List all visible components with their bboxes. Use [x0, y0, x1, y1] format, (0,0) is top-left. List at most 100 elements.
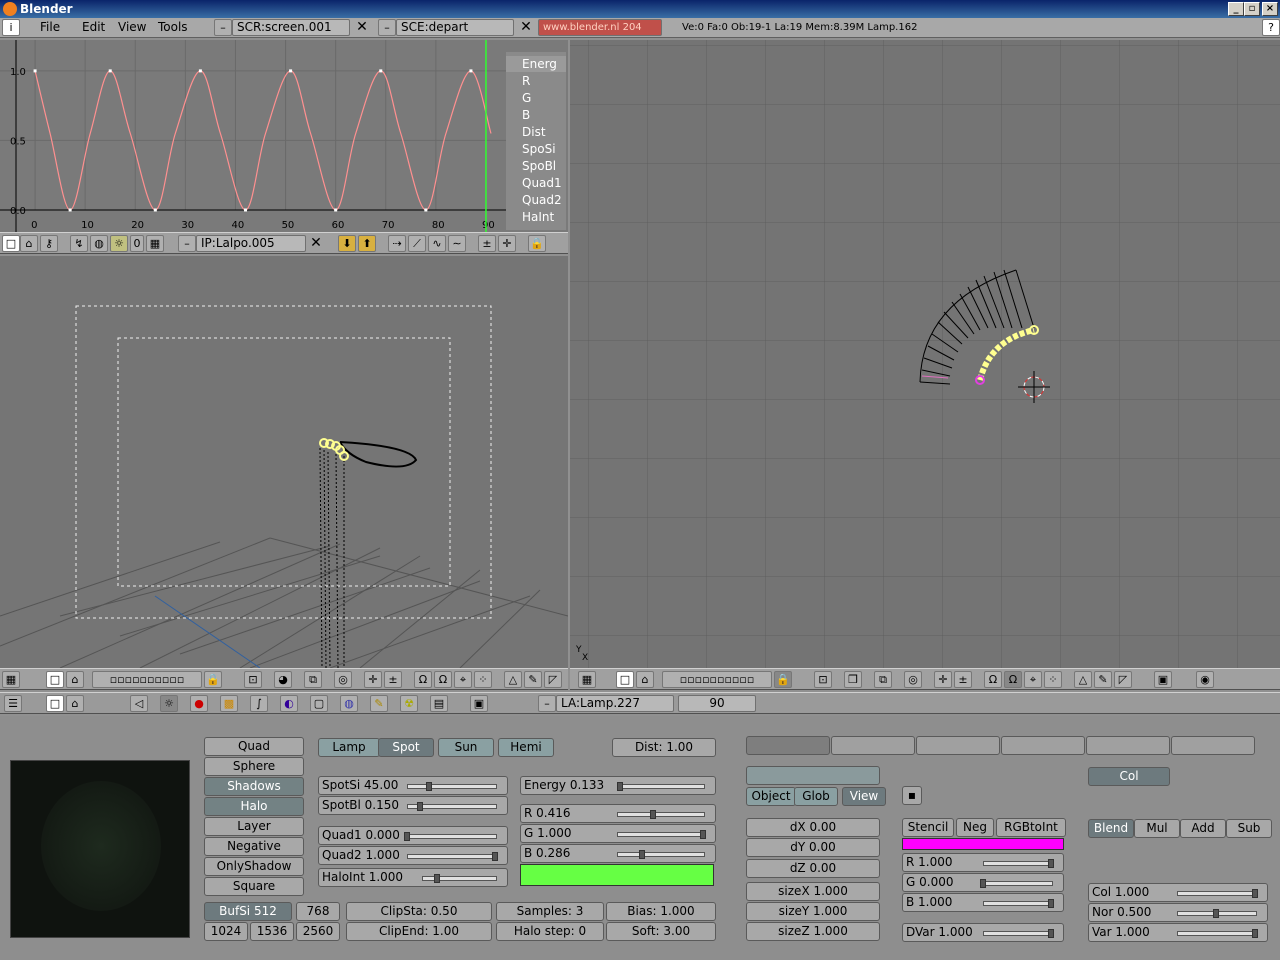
lock-icon[interactable]: 🔒 — [528, 235, 546, 252]
fullscreen-icon[interactable]: □ — [46, 695, 64, 712]
slider-track[interactable] — [617, 810, 705, 819]
slider-track[interactable] — [1177, 909, 1257, 918]
stencil-toggle[interactable]: Stencil — [902, 818, 954, 837]
texco-view-button[interactable]: View — [842, 787, 886, 806]
ipo-channel-quad2[interactable]: Quad2 — [506, 192, 566, 208]
window-type-icon[interactable]: □ — [2, 235, 20, 252]
ipo-key-vertex[interactable] — [469, 69, 473, 73]
texture-channel-2[interactable] — [831, 736, 915, 755]
rgbtoint-toggle[interactable]: RGBtoInt — [996, 818, 1066, 837]
slider-track[interactable] — [617, 830, 706, 839]
spotsi-slider[interactable]: SpotSi 45.00 — [318, 776, 508, 795]
world-buttons-icon[interactable]: ◍ — [340, 695, 358, 712]
ipo-channel-g[interactable]: G — [506, 90, 566, 106]
buf-2560-button[interactable]: 2560 — [296, 922, 340, 941]
lock-icon[interactable]: 🔒 — [204, 671, 222, 688]
render-icon[interactable]: ◉ — [1196, 671, 1214, 688]
slider-knob[interactable] — [1213, 909, 1219, 918]
translate-view-icon[interactable]: ✛ — [364, 671, 382, 688]
lamp-name-field[interactable]: LA:Lamp.227 — [556, 695, 674, 712]
scene-browse-button[interactable]: – — [378, 19, 396, 36]
ipo-channel-dist[interactable]: Dist — [506, 124, 566, 140]
radiosity-icon[interactable]: ☢ — [400, 695, 418, 712]
slider-knob[interactable] — [1252, 889, 1258, 898]
nor-factor-slider[interactable]: Nor 0.500 — [1088, 903, 1268, 922]
menu-file[interactable]: File — [36, 19, 64, 37]
ipo-frame-field[interactable]: 0 — [130, 235, 144, 252]
neg-toggle[interactable]: Neg — [956, 818, 994, 837]
energy-slider[interactable]: Energy 0.133 — [520, 776, 716, 795]
ipo-key-vertex[interactable] — [108, 69, 112, 73]
size-y-field[interactable]: sizeY 1.000 — [746, 902, 880, 921]
ipo-key-vertex[interactable] — [424, 208, 428, 212]
window-type-icon[interactable]: ▦ — [578, 671, 596, 688]
texture-channel-1[interactable] — [746, 736, 830, 755]
home-icon[interactable]: ⌂ — [66, 695, 84, 712]
median-icon[interactable]: ⌖ — [1024, 671, 1042, 688]
slider-knob[interactable] — [404, 832, 410, 841]
mode-onlyshadow-toggle[interactable]: OnlyShadow — [204, 857, 304, 876]
quad2-slider[interactable]: Quad2 1.000 — [318, 846, 508, 865]
cyclic-icon[interactable]: ⟋ — [408, 235, 426, 252]
paint-icon[interactable]: ✎ — [1094, 671, 1112, 688]
paint-icon[interactable]: ✎ — [524, 671, 542, 688]
tex-g-slider[interactable]: G 0.000 — [902, 873, 1064, 892]
animation-buttons-icon[interactable]: ∫ — [250, 695, 268, 712]
bufsi-field[interactable]: BufSi 512 — [204, 902, 292, 921]
slider-knob[interactable] — [1048, 859, 1054, 868]
ipo-key-vertex[interactable] — [243, 208, 247, 212]
extrapolate-icon[interactable]: ⇢ — [388, 235, 406, 252]
slider-track[interactable] — [407, 852, 498, 861]
ipo-key-vertex[interactable] — [198, 69, 202, 73]
mode-sphere-toggle[interactable]: Sphere — [204, 757, 304, 776]
ipo-channel-quad1[interactable]: Quad1 — [506, 175, 566, 191]
buf-1536-button[interactable]: 1536 — [250, 922, 294, 941]
draw-type-icon[interactable]: ❒ — [844, 671, 862, 688]
lamp-type-sun-button[interactable]: Sun — [438, 738, 494, 757]
slider-knob[interactable] — [492, 852, 498, 861]
mode-layer-toggle[interactable]: Layer — [204, 817, 304, 836]
ipo-channel-haint[interactable]: HaInt — [506, 209, 566, 225]
menu-view[interactable]: View — [114, 19, 150, 37]
slider-knob[interactable] — [1048, 929, 1054, 938]
key-down-icon[interactable]: ⬇ — [338, 235, 356, 252]
slider-track[interactable] — [1177, 929, 1258, 938]
window-type-icon[interactable]: ☰ — [4, 695, 22, 712]
size-x-field[interactable]: sizeX 1.000 — [746, 882, 880, 901]
home-icon[interactable]: ⌂ — [66, 671, 84, 688]
editing-buttons-icon[interactable]: ▢ — [310, 695, 328, 712]
cursor-icon[interactable]: ⁘ — [1044, 671, 1062, 688]
view-mode-icon[interactable]: ⊡ — [814, 671, 832, 688]
curve-icon[interactable]: ∼ — [448, 235, 466, 252]
zoom-border-icon[interactable]: ✛ — [498, 235, 516, 252]
screen-delete-icon[interactable]: ✕ — [354, 19, 370, 36]
ipo-browse-button[interactable]: – — [178, 235, 196, 252]
view-buttons-icon[interactable]: ◁ — [130, 695, 148, 712]
ipo-delete-icon[interactable]: ✕ — [308, 235, 324, 252]
image-icon[interactable]: ▣ — [1154, 671, 1172, 688]
slider-knob[interactable] — [1252, 929, 1258, 938]
lamp-g-slider[interactable]: G 1.000 — [520, 824, 716, 843]
dist-field[interactable]: Dist: 1.00 — [612, 738, 716, 757]
spotbl-slider[interactable]: SpotBl 0.150 — [318, 796, 508, 815]
script-buttons-icon[interactable]: ▤ — [430, 695, 448, 712]
quad1-slider[interactable]: Quad1 0.000 — [318, 826, 508, 845]
lock-icon[interactable]: 🔒 — [774, 671, 792, 688]
mesh-edit-icon[interactable]: △ — [504, 671, 522, 688]
ipo-key-vertex[interactable] — [153, 208, 157, 212]
texco-object-button[interactable]: Object — [746, 787, 796, 806]
samples-field[interactable]: Samples: 3 — [496, 902, 604, 921]
local-view-icon[interactable]: ⧉ — [874, 671, 892, 688]
slider-track[interactable] — [407, 802, 497, 811]
ipo-key-vertex[interactable] — [33, 69, 37, 73]
help-icon[interactable]: ? — [1262, 19, 1280, 36]
haloint-slider[interactable]: HaloInt 1.000 — [318, 868, 508, 887]
buf-768-button[interactable]: 768 — [296, 902, 340, 921]
local-view-icon[interactable]: ⧉ — [304, 671, 322, 688]
scene-name-field[interactable]: SCE:depart — [396, 19, 514, 36]
median-icon[interactable]: ⌖ — [454, 671, 472, 688]
rotate-view-icon[interactable]: ± — [954, 671, 972, 688]
slider-track[interactable] — [422, 874, 497, 883]
camera-3d-viewport[interactable] — [0, 256, 568, 668]
col-factor-slider[interactable]: Col 1.000 — [1088, 883, 1268, 902]
